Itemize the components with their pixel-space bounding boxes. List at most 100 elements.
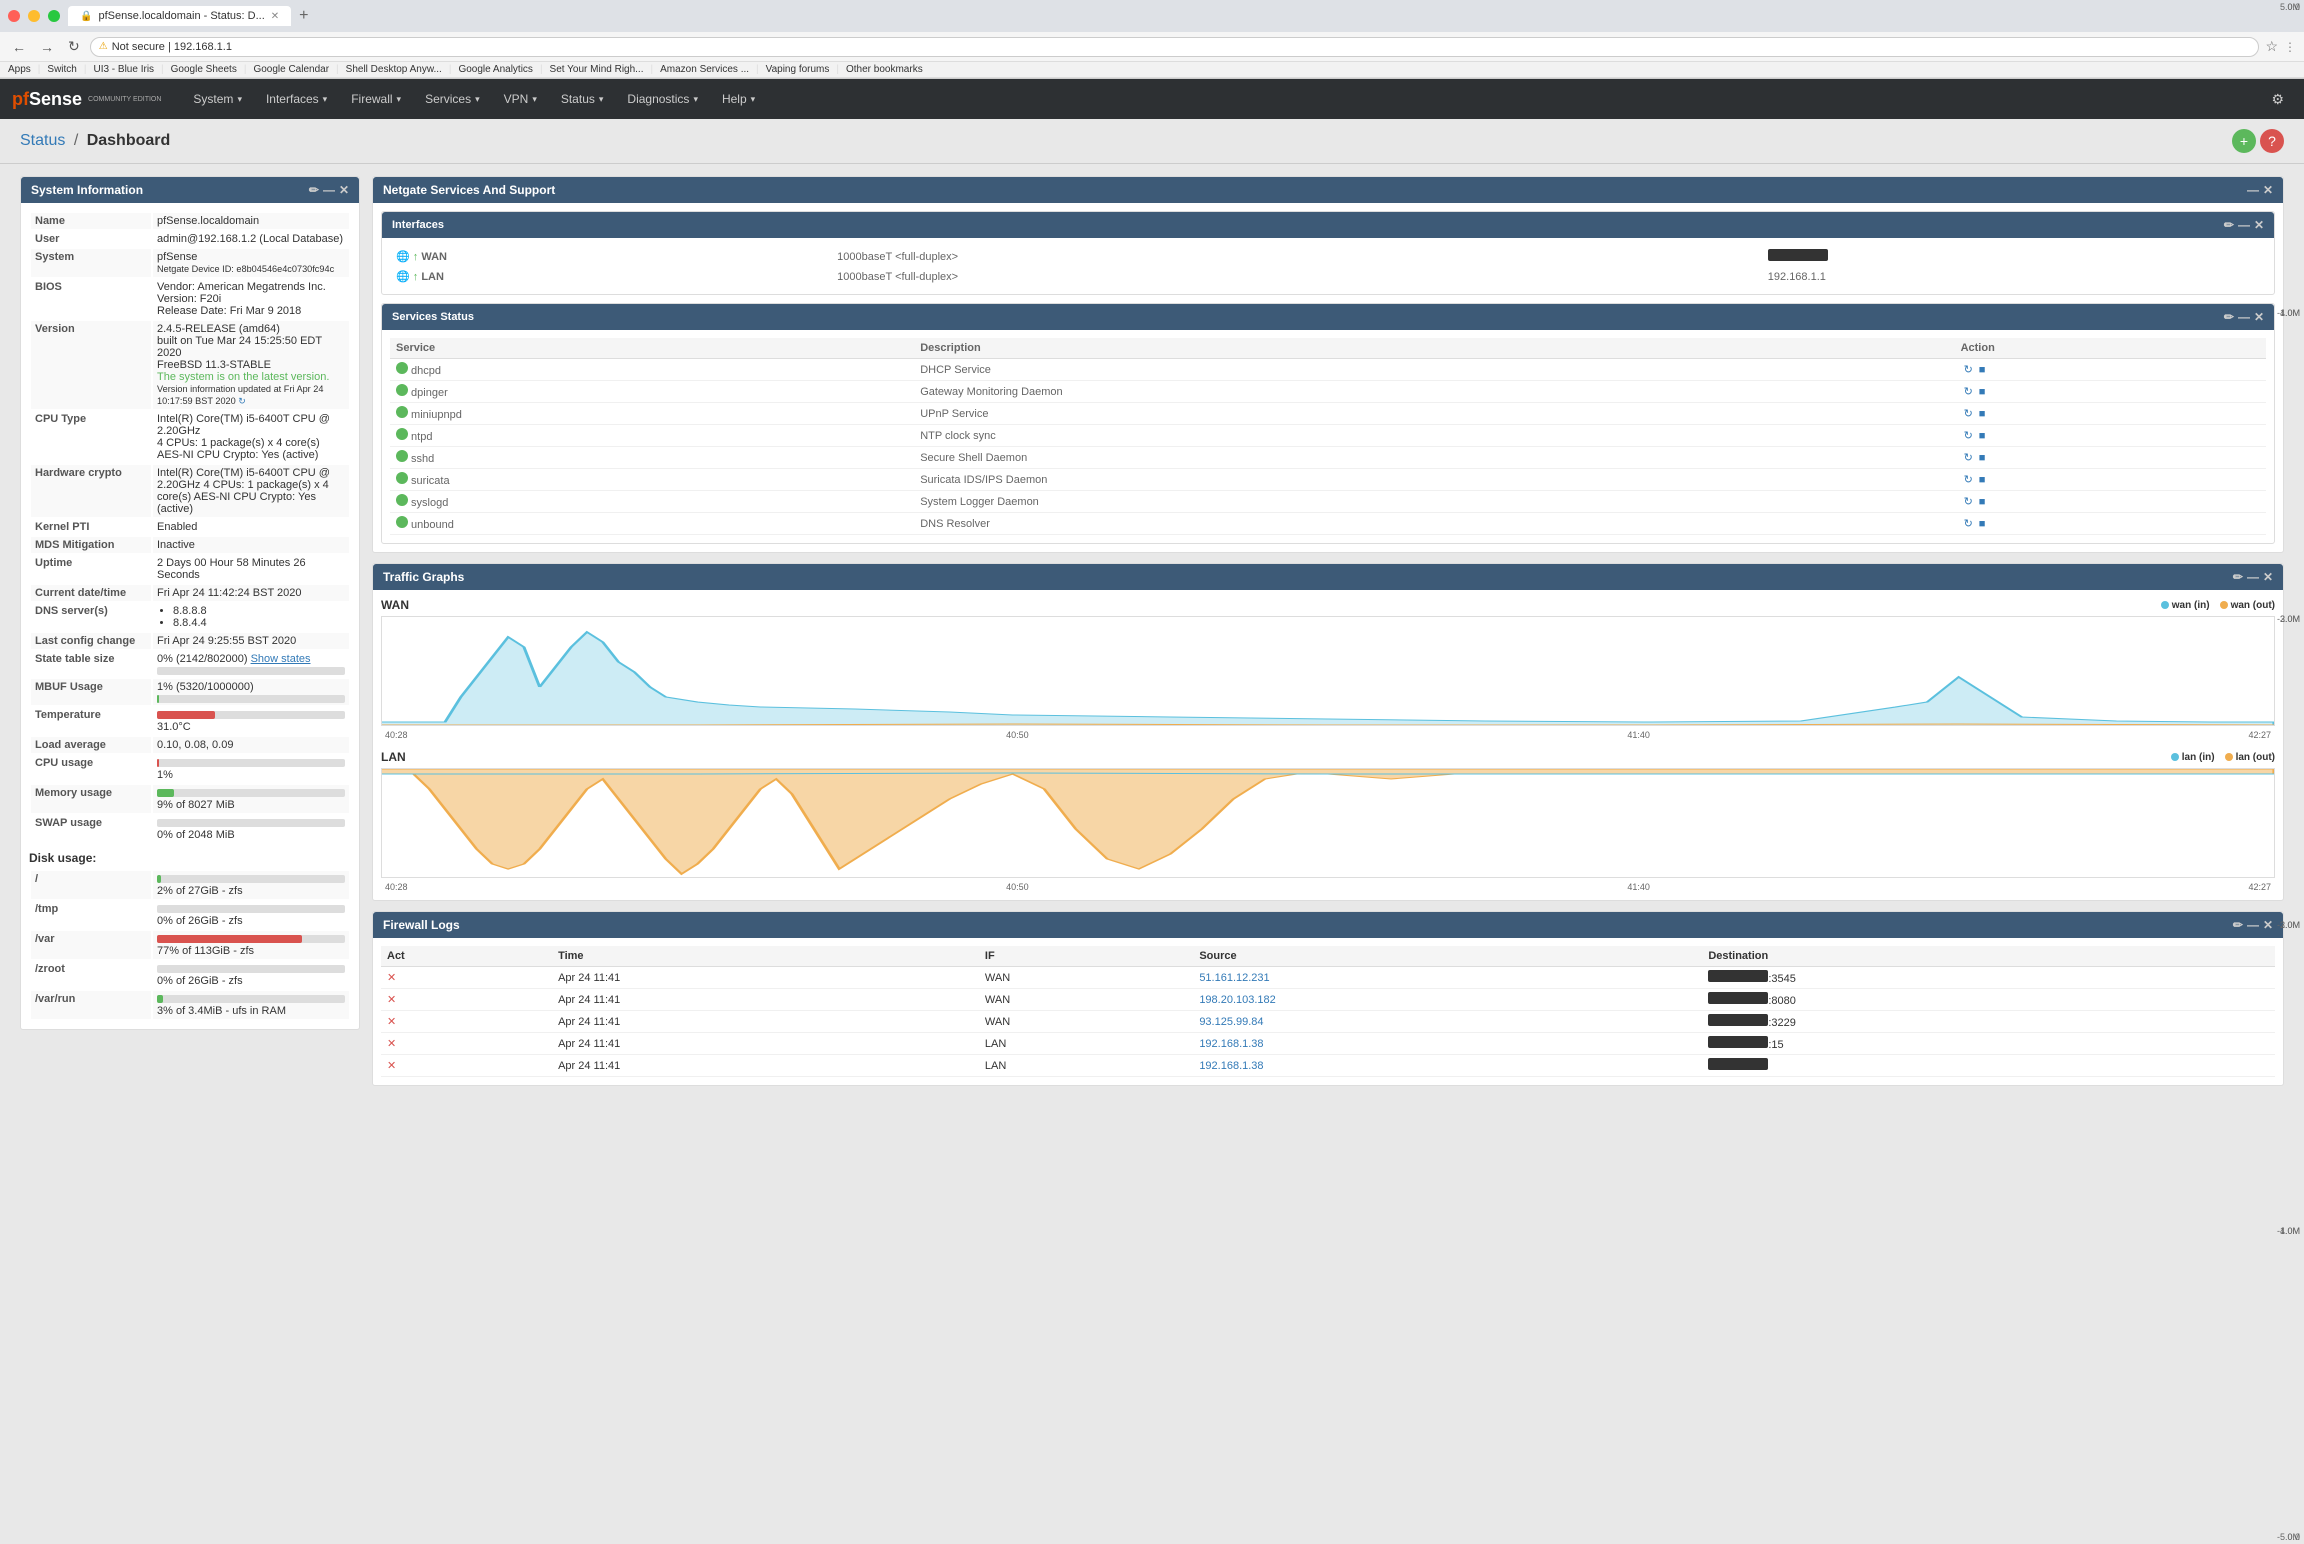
cpu-bar-fill — [157, 759, 159, 767]
nav-firewall[interactable]: Firewall ▾ — [339, 79, 413, 119]
stop-btn-dhcpd[interactable]: ■ — [1976, 363, 1989, 377]
wrench-icon[interactable]: ✏ — [309, 183, 319, 197]
svc-action-ntpd: ↻■ — [1955, 425, 2266, 447]
restart-btn-miniupnpd[interactable]: ↻ — [1961, 406, 1976, 421]
value-bios: Vendor: American Megatrends Inc.Version:… — [153, 279, 349, 319]
dest-redacted-4 — [1708, 1036, 1768, 1048]
close-iface-icon[interactable]: ✕ — [2254, 218, 2264, 232]
minimize-fw-icon[interactable]: — — [2247, 918, 2259, 932]
lan-graph-svg — [382, 769, 2274, 878]
reload-btn[interactable]: ↻ — [64, 36, 84, 57]
col-time: Time — [552, 946, 979, 967]
tab-close-icon[interactable]: ✕ — [271, 11, 279, 22]
iface-row-wan: 🌐 ↑ WAN 1000baseT <full-duplex> — [390, 246, 2266, 267]
label-state-table: State table size — [31, 651, 151, 677]
maximize-btn[interactable] — [48, 10, 60, 22]
restart-btn-syslogd[interactable]: ↻ — [1961, 494, 1976, 509]
bookmark-amazon[interactable]: Amazon Services ... — [660, 64, 749, 75]
disk-value-varrun: 3% of 3.4MiB - ufs in RAM — [153, 991, 349, 1019]
back-btn[interactable]: ← — [8, 37, 30, 57]
restart-btn-suricata[interactable]: ↻ — [1961, 472, 1976, 487]
col-act: Act — [381, 946, 552, 967]
lan-y-4m: -4.0M — [2268, 1226, 2300, 1236]
refresh-icon[interactable]: ↻ — [238, 396, 246, 406]
table-row: BIOS Vendor: American Megatrends Inc.Ver… — [31, 279, 349, 319]
stop-btn-miniupnpd[interactable]: ■ — [1976, 407, 1989, 421]
lan-graph-area — [381, 768, 2275, 878]
new-tab-btn[interactable]: + — [299, 7, 308, 25]
close-panel-icon[interactable]: ✕ — [339, 183, 349, 197]
value-kernel-pti: Enabled — [153, 519, 349, 535]
svc-name-miniupnpd: miniupnpd — [390, 403, 914, 425]
table-row: /var 77% of 113GiB - zfs — [31, 931, 349, 959]
bookmark-shell[interactable]: Shell Desktop Anyw... — [346, 64, 442, 75]
nav-status[interactable]: Status ▾ — [549, 79, 616, 119]
close-services-icon[interactable]: ✕ — [2254, 310, 2264, 324]
fw-src-link-4[interactable]: 192.168.1.38 — [1199, 1038, 1263, 1050]
restart-btn-sshd[interactable]: ↻ — [1961, 450, 1976, 465]
browser-tab[interactable]: 🔒 pfSense.localdomain - Status: D... ✕ — [68, 6, 291, 26]
stop-btn-syslogd[interactable]: ■ — [1976, 495, 1989, 509]
minimize-traffic-icon[interactable]: — — [2247, 570, 2259, 584]
fw-src-link-2[interactable]: 198.20.103.182 — [1199, 994, 1275, 1006]
nav-interfaces[interactable]: Interfaces ▾ — [254, 79, 339, 119]
minimize-btn[interactable] — [28, 10, 40, 22]
breadcrumb-parent[interactable]: Status — [20, 132, 65, 149]
restart-btn-dpinger[interactable]: ↻ — [1961, 384, 1976, 399]
nav-services[interactable]: Services ▾ — [413, 79, 492, 119]
svc-desc-unbound: DNS Resolver — [914, 513, 1954, 535]
stop-btn-dpinger[interactable]: ■ — [1976, 385, 1989, 399]
close-btn[interactable] — [8, 10, 20, 22]
restart-btn-dhcpd[interactable]: ↻ — [1961, 362, 1976, 377]
nav-help[interactable]: Help ▾ — [710, 79, 767, 119]
fw-dest-5 — [1702, 1055, 2275, 1077]
list-item: suricata Suricata IDS/IPS Daemon ↻■ — [390, 469, 2266, 491]
disk-usage-label: Disk usage: — [29, 851, 96, 865]
wan-x-2: 40:50 — [1006, 730, 1029, 740]
firewall-logs-body: Act Time IF Source Destination ✕ Apr 24 … — [373, 938, 2283, 1085]
table-row: Name pfSense.localdomain — [31, 213, 349, 229]
bookmark-switch[interactable]: Switch — [47, 64, 76, 75]
fw-src-link-1[interactable]: 51.161.12.231 — [1199, 972, 1269, 984]
wrench-services-icon[interactable]: ✏ — [2224, 310, 2234, 324]
add-widget-button[interactable]: + — [2232, 129, 2256, 153]
nav-diagnostics[interactable]: Diagnostics ▾ — [615, 79, 710, 119]
fw-if-5: LAN — [979, 1055, 1193, 1077]
network-icon-lan: 🌐 — [396, 271, 410, 283]
fw-src-link-3[interactable]: 93.125.99.84 — [1199, 1016, 1263, 1028]
stop-btn-ntpd[interactable]: ■ — [1976, 429, 1989, 443]
bookmark-apps[interactable]: Apps — [8, 64, 31, 75]
restart-btn-unbound[interactable]: ↻ — [1961, 516, 1976, 531]
bookmark-vaping[interactable]: Vaping forums — [766, 64, 830, 75]
value-load: 0.10, 0.08, 0.09 — [153, 737, 349, 753]
bookmark-sheets[interactable]: Google Sheets — [171, 64, 237, 75]
bookmark-mind[interactable]: Set Your Mind Righ... — [550, 64, 644, 75]
minimize-iface-icon[interactable]: — — [2238, 218, 2250, 232]
stop-btn-sshd[interactable]: ■ — [1976, 451, 1989, 465]
minimize-services-icon[interactable]: — — [2238, 310, 2250, 324]
fw-src-link-5[interactable]: 192.168.1.38 — [1199, 1060, 1263, 1072]
nav-system[interactable]: System ▾ — [181, 79, 254, 119]
url-bar[interactable]: ⚠ Not secure | 192.168.1.1 — [90, 37, 2260, 57]
fw-act-2: ✕ — [381, 989, 552, 1011]
lan-graph-section: LAN lan (in) lan (out) — [381, 750, 2275, 892]
restart-btn-ntpd[interactable]: ↻ — [1961, 428, 1976, 443]
wrench-traffic-icon[interactable]: ✏ — [2233, 570, 2243, 584]
show-states-link[interactable]: Show states — [251, 653, 311, 665]
stop-btn-unbound[interactable]: ■ — [1976, 517, 1989, 531]
wrench-iface-icon[interactable]: ✏ — [2224, 218, 2234, 232]
stop-btn-suricata[interactable]: ■ — [1976, 473, 1989, 487]
minimize-panel-icon[interactable]: — — [323, 183, 335, 197]
value-mds: Inactive — [153, 537, 349, 553]
bookmark-ui3[interactable]: UI3 - Blue Iris — [93, 64, 154, 75]
forward-btn[interactable]: → — [36, 37, 58, 57]
nav-vpn[interactable]: VPN ▾ — [492, 79, 549, 119]
svc-name-ntpd: ntpd — [390, 425, 914, 447]
wrench-fw-icon[interactable]: ✏ — [2233, 918, 2243, 932]
minimize-netgate-icon[interactable]: — — [2247, 183, 2259, 197]
bookmark-calendar[interactable]: Google Calendar — [253, 64, 329, 75]
bookmark-analytics[interactable]: Google Analytics — [458, 64, 533, 75]
bookmark-other[interactable]: Other bookmarks — [846, 64, 923, 75]
table-row: Temperature 31.0°C — [31, 707, 349, 735]
value-system: pfSenseNetgate Device ID: e8b04546e4c073… — [153, 249, 349, 277]
